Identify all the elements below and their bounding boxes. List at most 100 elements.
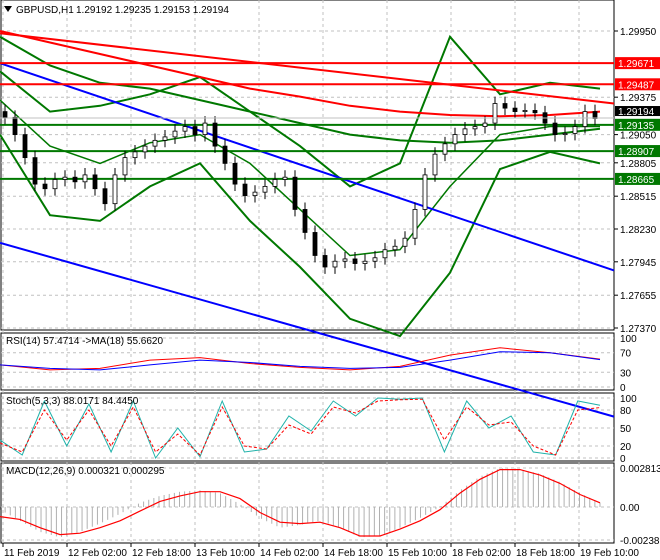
candle bbox=[312, 232, 318, 256]
candle bbox=[252, 191, 258, 197]
candle bbox=[232, 162, 238, 185]
time-label: 14 Feb 18:00 bbox=[324, 548, 383, 559]
rsi-tick-label: 70 bbox=[620, 349, 632, 360]
level-label: 1.29135 bbox=[618, 121, 655, 132]
candle bbox=[282, 176, 288, 180]
price-label: 1.27945 bbox=[620, 258, 657, 269]
candle bbox=[92, 174, 98, 190]
rsi-label: RSI(14) 57.4714 ->MA(18) 55.6620 bbox=[6, 336, 163, 347]
level-label: 1.28665 bbox=[618, 175, 655, 186]
time-label: 13 Feb 10:00 bbox=[196, 548, 255, 559]
price-panel[interactable] bbox=[0, 30, 615, 418]
rsi-tick-label: 100 bbox=[620, 334, 637, 345]
candle bbox=[292, 176, 298, 210]
candle bbox=[582, 111, 588, 127]
candle bbox=[562, 133, 568, 136]
candle bbox=[332, 260, 338, 268]
candle bbox=[302, 209, 308, 233]
candle bbox=[322, 255, 328, 268]
candle bbox=[132, 151, 138, 159]
candle bbox=[552, 122, 558, 136]
candle bbox=[352, 258, 358, 264]
stoch-main-line bbox=[0, 397, 601, 460]
candle bbox=[102, 188, 108, 205]
candle bbox=[592, 111, 598, 119]
candle bbox=[502, 103, 508, 109]
level-label: 1.29487 bbox=[618, 80, 655, 91]
candle bbox=[362, 260, 368, 264]
price-label: 1.27655 bbox=[620, 291, 657, 302]
level-label: 1.29671 bbox=[618, 59, 655, 70]
candle bbox=[412, 209, 418, 239]
candle bbox=[512, 107, 518, 112]
price-label: 1.29375 bbox=[620, 93, 657, 104]
macd-signal-line bbox=[0, 469, 601, 537]
stoch-signal-line bbox=[0, 398, 601, 456]
candle bbox=[492, 103, 498, 124]
candle bbox=[82, 174, 88, 183]
candle bbox=[392, 245, 398, 251]
candle bbox=[42, 183, 48, 190]
macd-label: MACD(12,26,9) 0.000321 0.000295 bbox=[6, 466, 165, 477]
candle bbox=[122, 157, 128, 176]
stoch-tick-label: 80 bbox=[620, 406, 632, 417]
candle bbox=[462, 128, 468, 136]
symbol-triangle-icon bbox=[4, 6, 12, 12]
candle bbox=[532, 110, 538, 114]
time-label: 12 Feb 02:00 bbox=[68, 548, 127, 559]
chart-window[interactable]: RSI(14) 57.4714 ->MA(18) 55.6620 Stoch(5,… bbox=[0, 0, 660, 560]
price-label: 1.28805 bbox=[620, 159, 657, 170]
rsi-tick-label: 30 bbox=[620, 368, 632, 379]
candle bbox=[32, 157, 38, 185]
candle bbox=[342, 258, 348, 262]
level-label: 1.28907 bbox=[618, 147, 655, 158]
candle bbox=[442, 143, 448, 155]
time-label: 19 Feb 10:00 bbox=[580, 548, 639, 559]
price-label: 1.29950 bbox=[620, 27, 657, 38]
candle bbox=[372, 257, 378, 262]
candle bbox=[172, 130, 178, 138]
chart-canvas[interactable]: RSI(14) 57.4714 ->MA(18) 55.6620 Stoch(5,… bbox=[0, 0, 660, 560]
candle bbox=[162, 136, 168, 141]
time-label: 14 Feb 02:00 bbox=[260, 548, 319, 559]
candle bbox=[182, 126, 188, 132]
axes: 11 Feb 2019 12 Feb 02:00 12 Feb 18:00 13 Fe… bbox=[2, 27, 660, 559]
stoch-tick-label: 100 bbox=[620, 394, 637, 405]
candle bbox=[152, 139, 158, 147]
candle bbox=[2, 111, 8, 118]
time-label: 12 Feb 18:00 bbox=[132, 548, 191, 559]
symbol-label: GBPUSD,H1 bbox=[16, 5, 74, 16]
candle bbox=[112, 174, 118, 205]
candle bbox=[402, 237, 408, 247]
price-label: 1.28515 bbox=[620, 192, 657, 203]
ohlc-values: 1.29192 1.29235 1.29153 1.29194 bbox=[76, 5, 229, 16]
candle bbox=[72, 176, 78, 183]
candle bbox=[202, 122, 208, 136]
price-label: 1.28230 bbox=[620, 225, 657, 236]
panel-frame bbox=[0, 0, 615, 331]
candle bbox=[382, 249, 388, 259]
candle bbox=[262, 186, 268, 193]
candle bbox=[482, 122, 488, 127]
indicator-panels[interactable]: RSI(14) 57.4714 ->MA(18) 55.6620 Stoch(5,… bbox=[0, 336, 601, 538]
candle bbox=[472, 126, 478, 130]
candle bbox=[22, 134, 28, 159]
macd-tick-label: -0.002388 bbox=[620, 536, 660, 547]
candle bbox=[422, 174, 428, 210]
stoch-tick-label: 50 bbox=[620, 424, 632, 435]
candle bbox=[52, 179, 58, 190]
candle bbox=[12, 116, 18, 136]
candle bbox=[212, 122, 218, 147]
candle bbox=[452, 134, 458, 145]
time-label: 11 Feb 2019 bbox=[4, 548, 60, 559]
rsi-tick-label: 0 bbox=[620, 383, 626, 394]
stoch-label: Stoch(5,3,3) 88.0171 84.4450 bbox=[6, 396, 139, 407]
candle bbox=[522, 110, 528, 112]
stoch-tick-label: 20 bbox=[620, 442, 632, 453]
candle bbox=[432, 153, 438, 176]
grid bbox=[0, 0, 615, 544]
time-label: 15 Feb 10:00 bbox=[388, 548, 447, 559]
trendline bbox=[0, 32, 615, 105]
candle bbox=[222, 145, 228, 164]
macd-tick-label: 0.002813 bbox=[620, 464, 660, 475]
